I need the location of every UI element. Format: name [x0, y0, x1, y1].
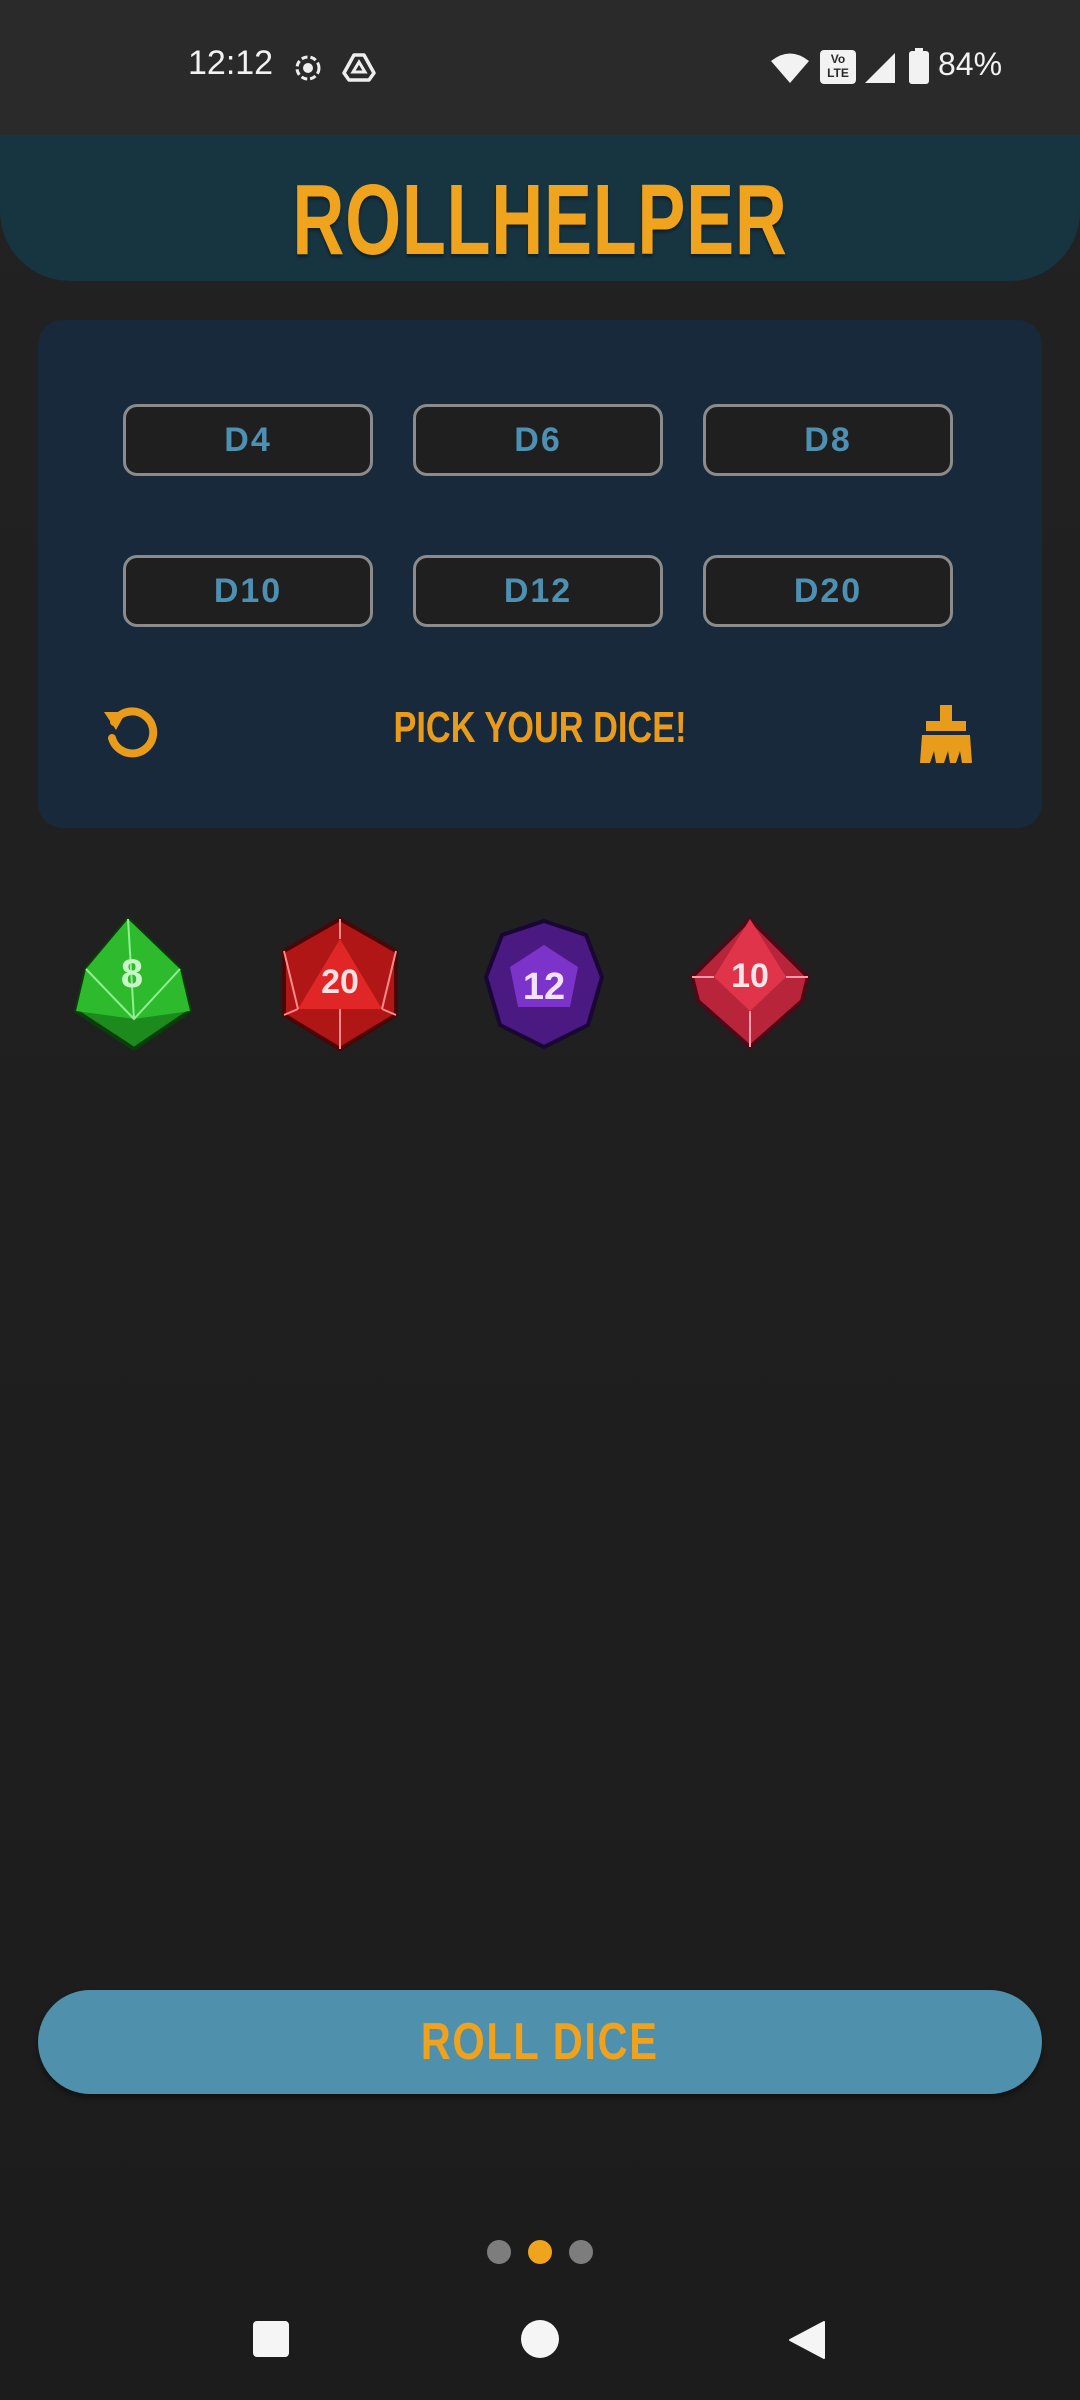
d10-button[interactable]: D10 — [123, 555, 373, 627]
pick-dice-label: PICK YOUR DICE! — [393, 703, 687, 752]
broom-icon[interactable] — [918, 705, 974, 765]
d10-die-icon[interactable]: 10 — [680, 915, 820, 1055]
wifi-icon — [771, 53, 809, 83]
d10-face-number: 10 — [731, 957, 769, 995]
page-indicator — [485, 2240, 595, 2264]
d4-button[interactable]: D4 — [123, 404, 373, 476]
roll-dice-button[interactable]: ROLL DICE — [38, 1990, 1042, 2094]
signal-icon — [865, 53, 895, 83]
roll-dice-label: ROLL DICE — [421, 2013, 659, 2071]
selected-dice-tray: 8 20 12 10 — [60, 915, 1020, 1065]
volte-label: Vo LTE — [827, 52, 849, 80]
page-dot[interactable] — [569, 2240, 593, 2264]
status-bar: 12:12 Vo LTE 84% — [0, 0, 1080, 135]
d8-face-number: 8 — [121, 952, 143, 996]
back-button[interactable] — [786, 2320, 826, 2360]
page-dot[interactable] — [487, 2240, 511, 2264]
battery-icon — [909, 48, 929, 84]
d12-button[interactable]: D12 — [413, 555, 663, 627]
recents-button[interactable] — [252, 2320, 290, 2358]
d12-face-number: 12 — [523, 966, 565, 1008]
status-time: 12:12 — [188, 44, 274, 82]
app-header: ROLLHELPER — [0, 135, 1080, 281]
d8-die-icon[interactable]: 8 — [64, 915, 204, 1055]
d20-face-number: 20 — [321, 963, 359, 1001]
battery-percent: 84% — [938, 46, 1003, 82]
home-button[interactable] — [520, 2319, 560, 2359]
d8-button[interactable]: D8 — [703, 404, 953, 476]
dice-picker-panel: D4 D6 D8 D10 D12 D20 PICK YOUR DICE! — [38, 320, 1042, 828]
app-title: ROLLHELPER — [292, 164, 788, 276]
page-dot-active[interactable] — [528, 2240, 552, 2264]
d20-die-icon[interactable]: 20 — [270, 915, 410, 1055]
volte-icon: Vo LTE — [820, 50, 856, 84]
screen: 12:12 Vo LTE 84% ROLLHELPER D4 D6 D8 D10… — [0, 0, 1080, 2400]
d6-button[interactable]: D6 — [413, 404, 663, 476]
screen-record-icon — [295, 55, 321, 81]
d12-die-icon[interactable]: 12 — [474, 915, 614, 1055]
drive-icon — [342, 53, 376, 82]
d20-button[interactable]: D20 — [703, 555, 953, 627]
